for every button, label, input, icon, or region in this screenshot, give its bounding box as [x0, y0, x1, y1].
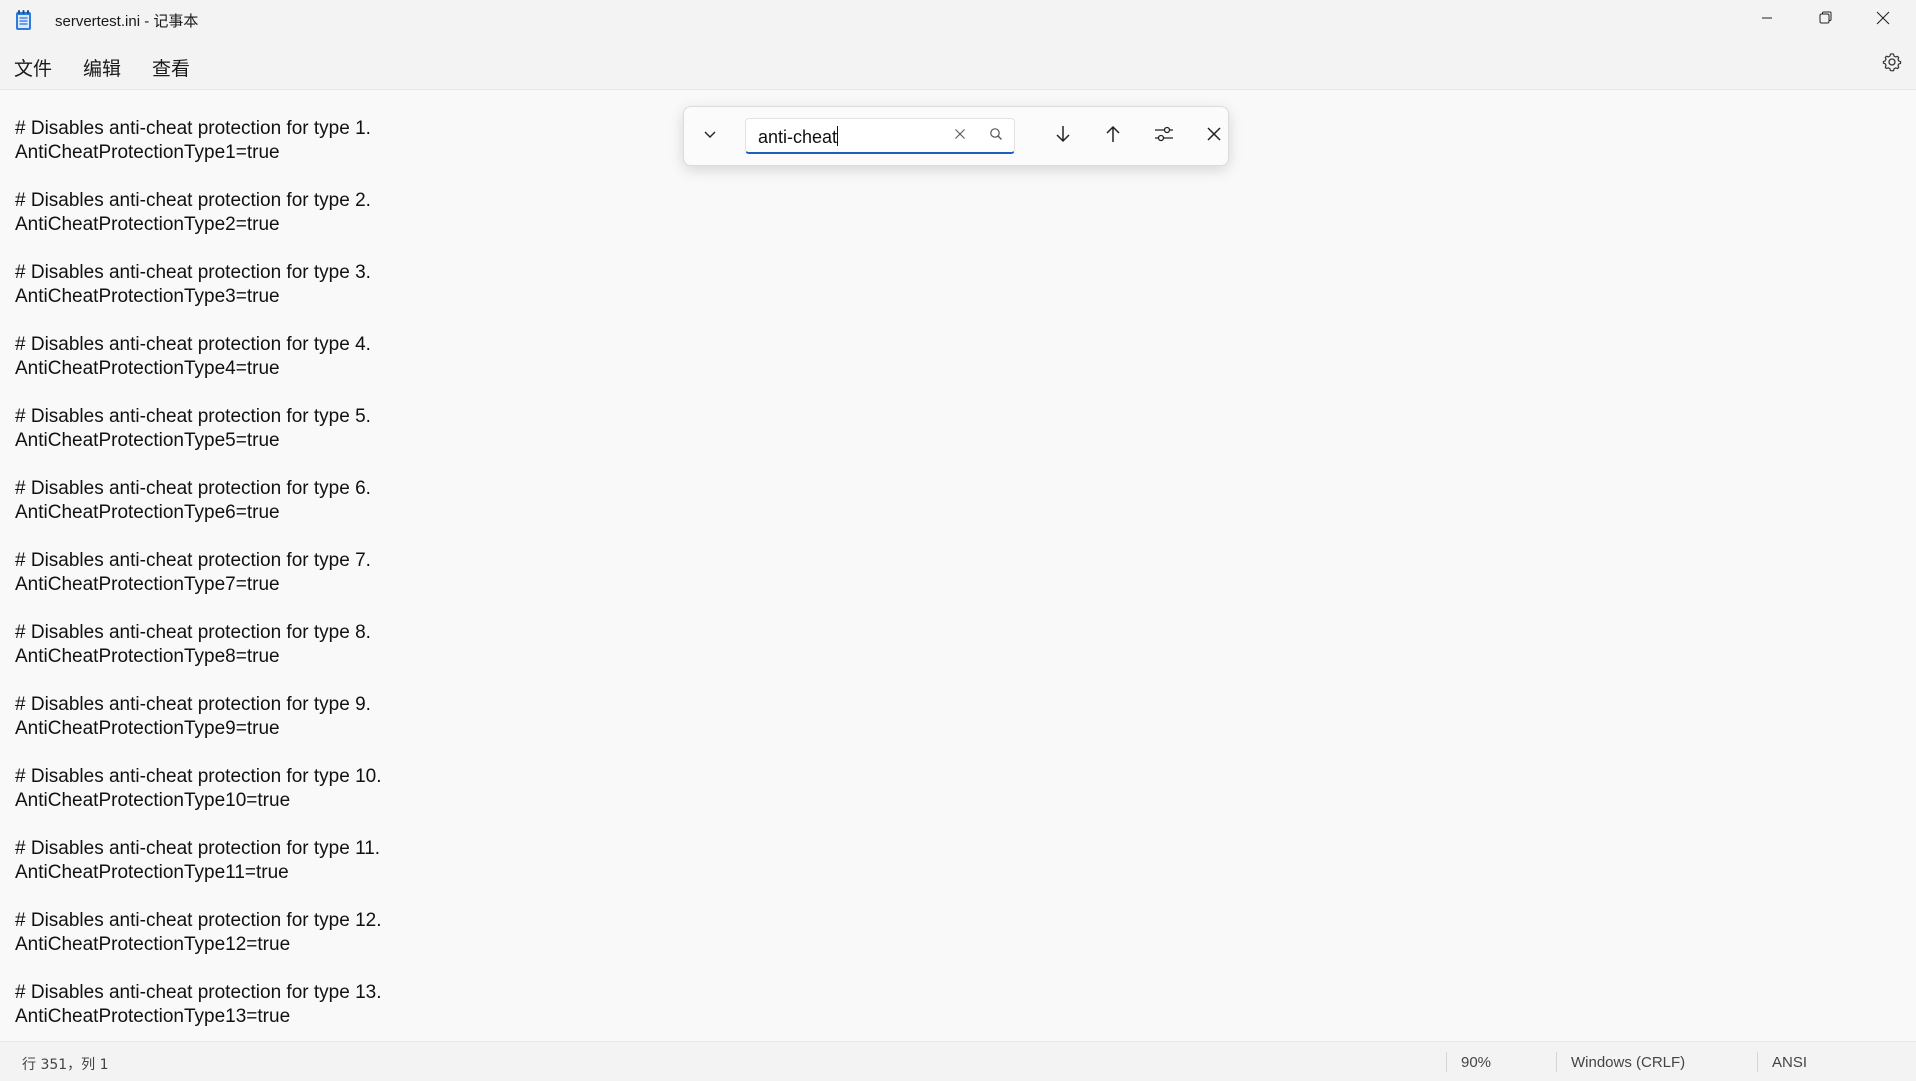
editor-line: AntiCheatProtectionType10=true	[15, 790, 291, 811]
gear-icon	[1882, 52, 1902, 77]
find-next-button[interactable]	[1047, 120, 1079, 152]
editor-line: AntiCheatProtectionType9=true	[15, 718, 280, 739]
editor-line	[15, 813, 381, 837]
close-icon	[1876, 11, 1890, 30]
line-ending[interactable]: Windows (CRLF)	[1571, 1054, 1685, 1071]
find-input-value: anti-cheat	[758, 127, 838, 147]
editor-line	[15, 885, 381, 909]
notepad-icon	[14, 9, 34, 31]
toggle-replace-button[interactable]	[695, 121, 725, 151]
options-icon	[1153, 124, 1175, 149]
editor-line	[15, 525, 381, 549]
restore-button[interactable]	[1796, 0, 1854, 40]
chevron-down-icon	[702, 126, 718, 147]
editor-line	[15, 669, 381, 693]
menu-edit[interactable]: 编辑	[79, 52, 125, 83]
editor-line: AntiCheatProtectionType2=true	[15, 214, 280, 235]
editor-line: # Disables anti-cheat protection for typ…	[15, 334, 371, 355]
window-title: servertest.ini - 记事本	[55, 13, 199, 30]
editor-lines: # Disables anti-cheat protection for typ…	[15, 90, 381, 1029]
editor-line: AntiCheatProtectionType12=true	[15, 934, 291, 955]
menu-view[interactable]: 查看	[148, 52, 194, 83]
status-divider	[1556, 1052, 1557, 1072]
clear-search-button[interactable]	[950, 126, 970, 146]
editor-line: # Disables anti-cheat protection for typ…	[15, 694, 371, 715]
editor-line	[15, 93, 381, 117]
editor-line: # Disables anti-cheat protection for typ…	[15, 910, 382, 931]
editor-line: AntiCheatProtectionType13=true	[15, 1006, 291, 1027]
editor-line: # Disables anti-cheat protection for typ…	[15, 622, 371, 643]
editor-line	[15, 381, 381, 405]
restore-icon	[1819, 11, 1832, 29]
editor-line: AntiCheatProtectionType5=true	[15, 430, 280, 451]
settings-button[interactable]	[1878, 50, 1906, 78]
menu-file[interactable]: 文件	[10, 52, 56, 83]
editor-line: AntiCheatProtectionType8=true	[15, 646, 280, 667]
close-window-button[interactable]	[1854, 0, 1912, 40]
status-bar: 行 351，列 1 90% Windows (CRLF) ANSI	[0, 1041, 1916, 1081]
editor-line: # Disables anti-cheat protection for typ…	[15, 118, 371, 139]
minimize-button[interactable]	[1738, 0, 1796, 40]
editor-line: AntiCheatProtectionType11=true	[15, 862, 289, 883]
close-icon	[1206, 126, 1222, 147]
find-options-button[interactable]	[1148, 120, 1180, 152]
editor-line: AntiCheatProtectionType4=true	[15, 358, 280, 379]
text-caret	[837, 126, 839, 146]
editor-line	[15, 453, 381, 477]
title-bar: servertest.ini - 记事本	[0, 0, 1916, 40]
editor-line: AntiCheatProtectionType6=true	[15, 502, 280, 523]
status-divider	[1446, 1052, 1447, 1072]
editor-line: # Disables anti-cheat protection for typ…	[15, 90, 381, 93]
editor-line: # Disables anti-cheat protection for typ…	[15, 478, 371, 499]
find-previous-button[interactable]	[1097, 120, 1129, 152]
editor-line: # Disables anti-cheat protection for typ…	[15, 190, 371, 211]
menu-bar: 文件 编辑 查看	[0, 40, 1916, 90]
editor-line	[15, 165, 381, 189]
search-button[interactable]	[986, 126, 1006, 146]
clear-icon	[954, 127, 966, 145]
editor-line: AntiCheatProtectionType7=true	[15, 574, 280, 595]
search-icon	[989, 127, 1003, 146]
editor-line: # Disables anti-cheat protection for typ…	[15, 262, 371, 283]
close-find-button[interactable]	[1198, 120, 1230, 152]
editor-line	[15, 309, 381, 333]
editor-line: # Disables anti-cheat protection for typ…	[15, 550, 371, 571]
editor-line	[15, 741, 381, 765]
arrow-up-icon	[1103, 124, 1123, 149]
editor-line	[15, 237, 381, 261]
encoding[interactable]: ANSI	[1772, 1054, 1807, 1071]
editor-line	[15, 957, 381, 981]
editor-line: AntiCheatProtectionType1=true	[15, 142, 280, 163]
arrow-down-icon	[1053, 124, 1073, 149]
minimize-icon	[1761, 11, 1773, 29]
find-panel: anti-cheat	[683, 106, 1229, 166]
editor-line: # Disables anti-cheat protection for typ…	[15, 982, 382, 1003]
zoom-level[interactable]: 90%	[1461, 1054, 1491, 1071]
cursor-position: 行 351，列 1	[22, 1057, 109, 1073]
status-divider	[1757, 1052, 1758, 1072]
text-editor[interactable]: # Disables anti-cheat protection for typ…	[0, 90, 1916, 1041]
find-input-value-wrap: anti-cheat	[758, 126, 839, 148]
editor-line	[15, 597, 381, 621]
editor-line: # Disables anti-cheat protection for typ…	[15, 766, 382, 787]
find-input[interactable]: anti-cheat	[745, 118, 1015, 154]
editor-line: AntiCheatProtectionType3=true	[15, 286, 280, 307]
editor-line: # Disables anti-cheat protection for typ…	[15, 838, 381, 859]
editor-line: # Disables anti-cheat protection for typ…	[15, 406, 371, 427]
